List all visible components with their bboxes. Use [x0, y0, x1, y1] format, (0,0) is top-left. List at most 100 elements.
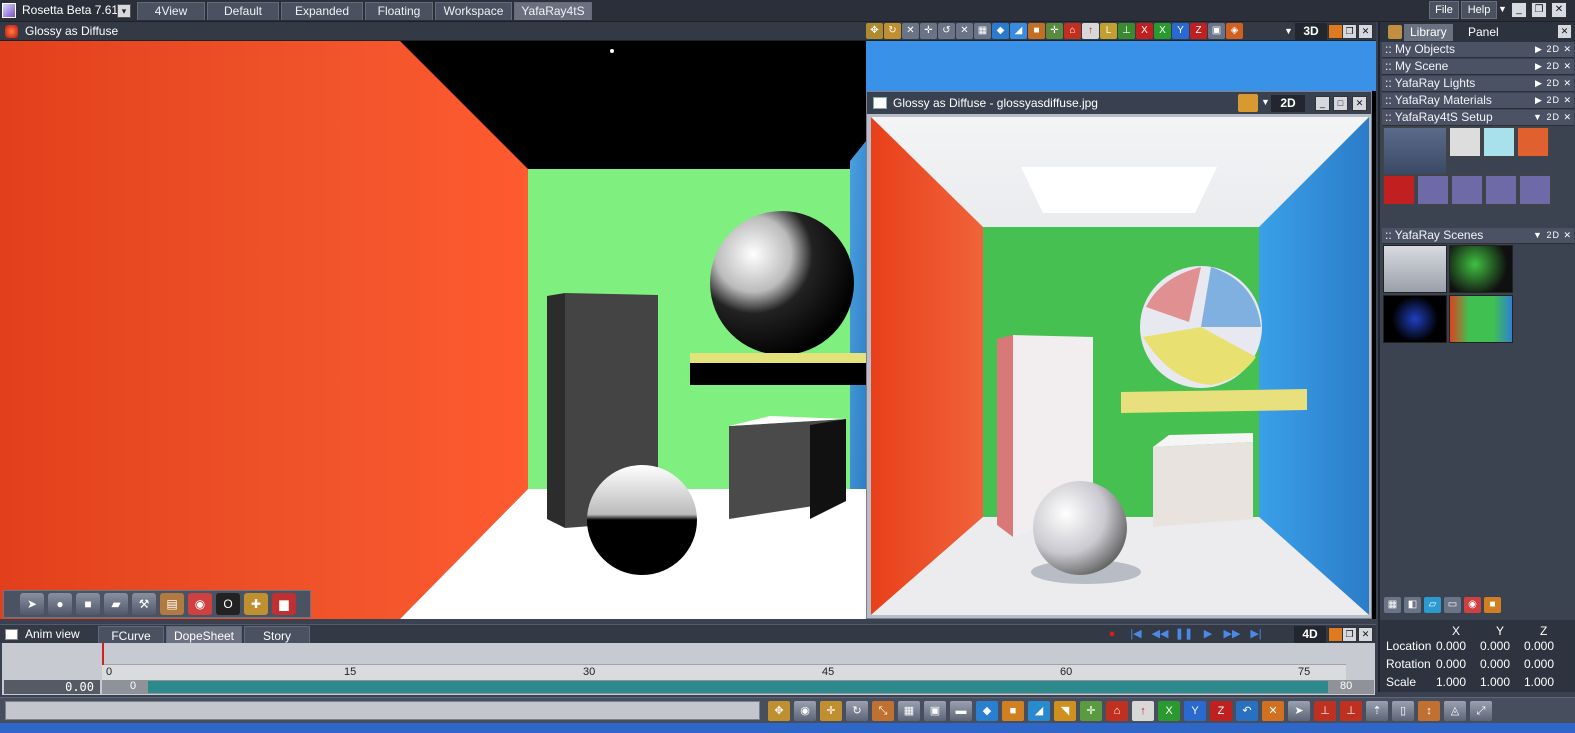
- layout-tab-default[interactable]: Default: [207, 2, 279, 20]
- add-point-icon[interactable]: ✚: [244, 593, 268, 615]
- location-x[interactable]: 0.000: [1436, 639, 1466, 653]
- thumbnail-item[interactable]: [1417, 175, 1449, 205]
- scale-y[interactable]: 1.000: [1480, 675, 1510, 689]
- select-arrow-icon[interactable]: ➤: [20, 593, 44, 615]
- scale-icon[interactable]: ✕: [902, 23, 919, 39]
- library-section-my-scene[interactable]: :: My Scene ▶ 2D ✕: [1382, 59, 1574, 75]
- axis-icon[interactable]: ✛: [1046, 23, 1063, 39]
- toolbox-icon[interactable]: ▆: [272, 593, 296, 615]
- camera-icon[interactable]: ◉: [794, 701, 816, 721]
- box-icon[interactable]: ■: [1484, 597, 1501, 613]
- rotate-icon[interactable]: ↻: [846, 701, 868, 721]
- folder-icon[interactable]: [1238, 94, 1258, 112]
- materials-icon[interactable]: ◉: [188, 593, 212, 615]
- scale-z[interactable]: 1.000: [1524, 675, 1554, 689]
- command-input[interactable]: [5, 701, 760, 720]
- sphere-primitive-icon[interactable]: ●: [48, 593, 72, 615]
- z-axis-icon[interactable]: Z: [1190, 23, 1207, 39]
- record-icon[interactable]: ●: [1102, 627, 1122, 641]
- section-controls[interactable]: ▶ 2D ✕: [1535, 93, 1572, 108]
- render-window[interactable]: Glossy as Diffuse - glossyasdiffuse.jpg …: [866, 91, 1372, 619]
- skip-start-icon[interactable]: |◀: [1126, 627, 1146, 641]
- pan-icon[interactable]: ✥: [768, 701, 790, 721]
- y-axis-icon[interactable]: Y: [1184, 701, 1206, 721]
- location-y[interactable]: 0.000: [1480, 639, 1510, 653]
- scale-icon[interactable]: ⤡: [872, 701, 894, 721]
- mesh-icon[interactable]: ◬: [1444, 701, 1466, 721]
- tab-dopesheet[interactable]: DopeSheet: [166, 626, 242, 644]
- tab-panel[interactable]: Panel: [1462, 24, 1505, 41]
- restore-icon[interactable]: ❐: [1531, 2, 1547, 18]
- layout-tab-yafaray4ts[interactable]: YafaRay4tS: [514, 2, 592, 20]
- light-icon[interactable]: ◢: [1028, 701, 1050, 721]
- pin-icon[interactable]: ↑: [1132, 701, 1154, 721]
- minimize-icon[interactable]: _: [1315, 96, 1330, 111]
- tab-story[interactable]: Story: [244, 626, 310, 644]
- layout-tab-expanded[interactable]: Expanded: [281, 2, 363, 20]
- viewport-mode-button[interactable]: 3D: [1295, 23, 1327, 40]
- x-axis-icon[interactable]: X: [1158, 701, 1180, 721]
- y-axis-icon[interactable]: ⊥: [1118, 23, 1135, 39]
- library-section-yafaray-lights[interactable]: :: YafaRay Lights ▶ 2D ✕: [1382, 76, 1574, 92]
- cube-icon[interactable]: ■: [1002, 701, 1024, 721]
- minimize-icon[interactable]: _: [1511, 2, 1527, 18]
- library-section-yafaray-scenes[interactable]: :: YafaRay Scenes ▼ 2D ✕: [1382, 228, 1574, 244]
- scene-thumbnail[interactable]: [1383, 295, 1447, 343]
- rewind-icon[interactable]: ◀◀: [1150, 627, 1170, 641]
- menu-dropdown-button[interactable]: ▾: [117, 4, 131, 18]
- current-time-field[interactable]: 0.00: [4, 680, 100, 694]
- thumbnail-item[interactable]: [1485, 175, 1517, 205]
- section-controls[interactable]: ▶ 2D ✕: [1535, 76, 1572, 91]
- section-controls[interactable]: ▼ 2D ✕: [1533, 110, 1572, 125]
- section-controls[interactable]: ▶ 2D ✕: [1535, 59, 1572, 74]
- chevron-down-icon[interactable]: ▼: [1498, 4, 1507, 14]
- scale-x[interactable]: 1.000: [1436, 675, 1466, 689]
- palette-icon[interactable]: ◉: [1464, 597, 1481, 613]
- library-section-yafaray4ts-setup[interactable]: :: YafaRay4tS Setup ▼ 2D ✕: [1382, 110, 1574, 126]
- select-arrow-icon[interactable]: ➤: [1288, 701, 1310, 721]
- cube-icon[interactable]: ■: [1028, 23, 1045, 39]
- transform-icon[interactable]: ✕: [956, 23, 973, 39]
- start-frame[interactable]: 0: [130, 680, 136, 692]
- x-green-icon[interactable]: X: [1154, 23, 1171, 39]
- expand-icon[interactable]: ⤢: [1470, 701, 1492, 721]
- rotation-z[interactable]: 0.000: [1524, 657, 1554, 671]
- thumbnail-item[interactable]: [1517, 127, 1549, 157]
- time-ruler[interactable]: 0 15 30 45 60 75: [102, 664, 1346, 680]
- section-controls[interactable]: ▶ 2D ✕: [1535, 42, 1572, 57]
- render-mode-button[interactable]: 2D: [1271, 95, 1305, 112]
- restore-icon[interactable]: ❐: [1342, 24, 1357, 39]
- end-frame[interactable]: 80: [1340, 680, 1352, 692]
- layout-tab-4view[interactable]: 4View: [137, 2, 205, 20]
- pin-icon[interactable]: [1328, 24, 1343, 39]
- restore-icon[interactable]: ❐: [1342, 627, 1357, 642]
- folder-icon[interactable]: ▬: [950, 701, 972, 721]
- pivot-icon[interactable]: ⊥: [1340, 701, 1362, 721]
- delete-icon[interactable]: ✕: [1262, 701, 1284, 721]
- cube-primitive-icon[interactable]: ■: [76, 593, 100, 615]
- scene-thumbnail[interactable]: [1383, 245, 1447, 293]
- lamp-icon[interactable]: ◥: [1054, 701, 1076, 721]
- axis-icon[interactable]: ✛: [1080, 701, 1102, 721]
- l-axis-icon[interactable]: L: [1100, 23, 1117, 39]
- skip-end-icon[interactable]: ▶|: [1246, 627, 1266, 641]
- range-fill[interactable]: [148, 681, 1328, 693]
- range-track[interactable]: 0 80: [102, 680, 1374, 694]
- close-icon[interactable]: ✕: [1551, 2, 1567, 18]
- location-z[interactable]: 0.000: [1524, 639, 1554, 653]
- tab-fcurve[interactable]: FCurve: [98, 626, 164, 644]
- rotate-icon[interactable]: ↻: [884, 23, 901, 39]
- screen-icon[interactable]: ▭: [1444, 597, 1461, 613]
- frame-icon[interactable]: ▯: [1392, 701, 1414, 721]
- grid-icon[interactable]: ▦: [974, 23, 991, 39]
- file-menu[interactable]: File: [1429, 1, 1459, 19]
- undo-icon[interactable]: ↶: [1236, 701, 1258, 721]
- camera-icon[interactable]: ◧: [1404, 597, 1421, 613]
- fast-forward-icon[interactable]: ▶▶: [1222, 627, 1242, 641]
- help-menu[interactable]: Help: [1461, 1, 1497, 19]
- pin-icon[interactable]: ↑: [1082, 23, 1099, 39]
- render-icon[interactable]: ◈: [1226, 23, 1243, 39]
- scene-thumbnail[interactable]: [1449, 245, 1513, 293]
- thumbnail-item[interactable]: [1483, 127, 1515, 157]
- image-icon[interactable]: ▣: [924, 701, 946, 721]
